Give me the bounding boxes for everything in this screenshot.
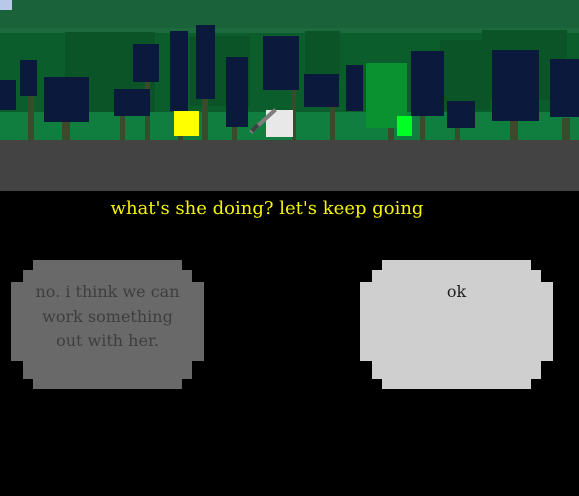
- corner-indicator-icon: [0, 0, 12, 10]
- dialogue-text: what's she doing? let's keep going: [110, 198, 424, 219]
- game-scene: [0, 0, 579, 191]
- yellow-character: [174, 111, 199, 136]
- green-character: [397, 116, 412, 136]
- choice-button-work-it-out[interactable]: no. i think we can work something out wi…: [11, 260, 204, 389]
- choice-button-ok[interactable]: ok: [360, 260, 553, 389]
